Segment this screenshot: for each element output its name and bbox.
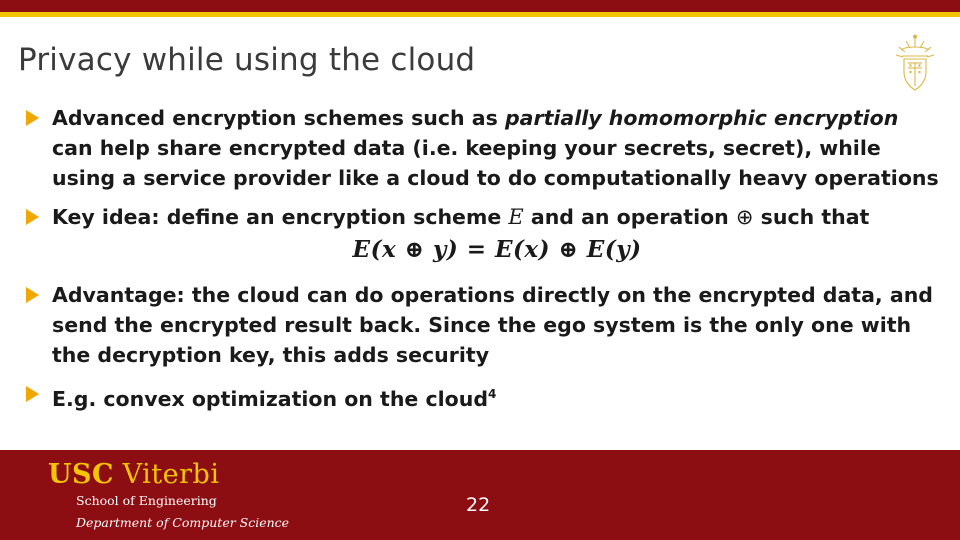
department-name: Department of Computer Science [76, 515, 290, 530]
bullet-2-math-e: E [508, 205, 524, 229]
list-item: Advanced encryption schemes such as part… [22, 103, 942, 193]
bullet-3-text: Advantage: the cloud can do operations d… [52, 283, 933, 367]
page-title: Privacy while using the cloud [18, 42, 476, 78]
usc-seal-icon [886, 34, 944, 94]
bullet-2-text: Key idea: define an encryption scheme E … [52, 202, 942, 271]
bullet-1-seg-3: can help share encrypted data (i.e. keep… [52, 136, 939, 190]
bullet-1-seg-1: Advanced encryption schemes such as [52, 106, 505, 130]
bullet-2-seg-3: and an operation [523, 205, 736, 229]
bullet-4-footnote-marker: 4 [488, 387, 497, 401]
list-item: E.g. convex optimization on the cloud4 [22, 379, 942, 414]
bullet-2-math-oplus: ⊕ [735, 205, 754, 229]
usc-wordmark: USC [48, 459, 115, 490]
bullet-4-text: E.g. convex optimization on the cloud4 [52, 379, 942, 414]
equation-homomorphic: E(x ⊕ y) = E(x) ⊕ E(y) [352, 236, 642, 263]
bullet-arrow-icon [22, 280, 52, 308]
bullet-2-seg-1: Key idea: define an encryption scheme [52, 205, 509, 229]
usc-viterbi-logo: USC Viterbi [48, 461, 219, 488]
bullet-arrow-icon [22, 202, 52, 230]
top-gold-bar [0, 12, 960, 17]
list-item: Key idea: define an encryption scheme E … [22, 202, 942, 271]
bullet-1-text: Advanced encryption schemes such as part… [52, 103, 942, 193]
bullet-list: Advanced encryption schemes such as part… [22, 103, 942, 423]
slide: Privacy while using the cloud Advanced e… [0, 0, 960, 540]
top-maroon-bar [0, 0, 960, 12]
bullet-4-seg-1: E.g. convex optimization on the cloud [52, 386, 489, 411]
school-name: School of Engineering [76, 493, 217, 508]
list-item: Advantage: the cloud can do operations d… [22, 280, 942, 370]
bullet-arrow-icon [22, 379, 52, 407]
bullet-arrow-icon [22, 103, 52, 131]
bullet-1-seg-2: partially homomorphic encryption [504, 106, 899, 130]
viterbi-wordmark: Viterbi [122, 459, 220, 490]
bullet-2-seg-5: such that [753, 205, 870, 229]
page-number: 22 [466, 494, 491, 516]
